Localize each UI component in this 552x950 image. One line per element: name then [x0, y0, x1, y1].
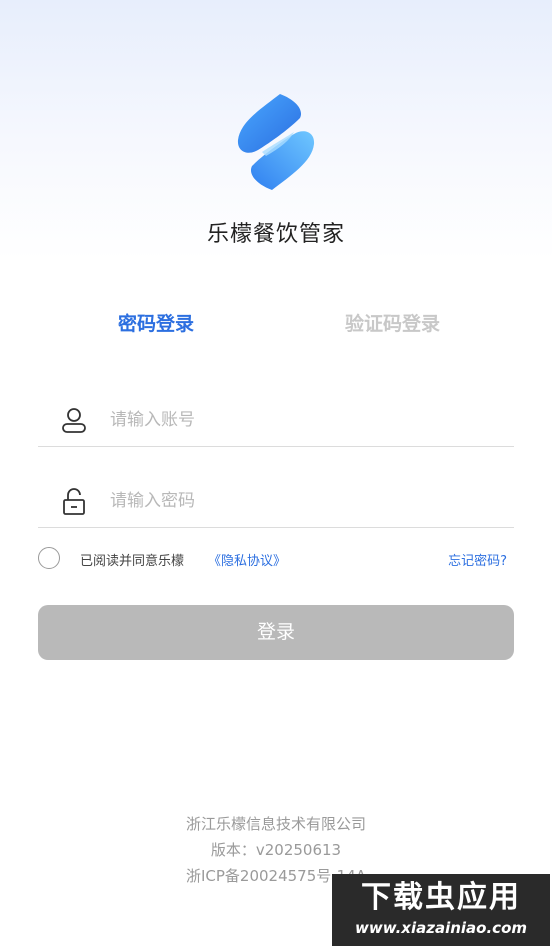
user-icon: [62, 408, 86, 433]
footer-version: 版本：v20250613: [210, 841, 342, 859]
password-field: [38, 477, 514, 528]
footer-company: 浙江乐檬信息技术有限公司: [185, 815, 366, 833]
watermark-title: 下载虫应用: [361, 880, 521, 915]
lock-icon: [63, 488, 85, 515]
tab-password-login[interactable]: 密码登录: [118, 309, 194, 336]
agree-text: 已阅读并同意乐檬: [80, 554, 185, 569]
account-field: [38, 396, 514, 447]
watermark: 下载虫应用 www.xiazainiao.com: [332, 874, 550, 946]
privacy-agreement-link[interactable]: 《隐私协议》: [208, 550, 286, 569]
password-input[interactable]: [108, 485, 492, 517]
watermark-url: www.xiazainiao.com: [354, 919, 528, 937]
login-button[interactable]: 登录: [38, 605, 514, 660]
tab-code-login[interactable]: 验证码登录: [345, 309, 440, 336]
agree-checkbox[interactable]: [38, 547, 60, 569]
app-name: 乐檬餐饮管家: [206, 222, 345, 247]
app-logo: [237, 94, 315, 190]
account-input[interactable]: [108, 404, 492, 436]
forgot-password-link[interactable]: 忘记密码?: [448, 550, 507, 569]
